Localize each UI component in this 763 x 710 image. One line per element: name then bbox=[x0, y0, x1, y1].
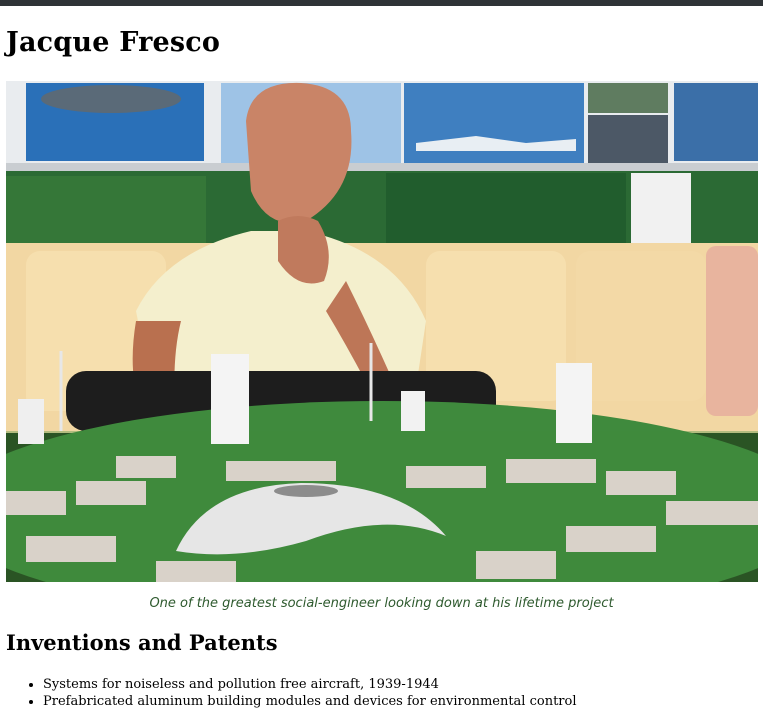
inventions-heading: Inventions and Patents bbox=[6, 630, 278, 655]
hero-image bbox=[6, 81, 758, 582]
image-caption: One of the greatest social-engineer look… bbox=[149, 596, 614, 611]
page-title: Jacque Fresco bbox=[6, 27, 221, 58]
inventions-list: Systems for noiseless and pollution free… bbox=[0, 676, 577, 710]
list-item: Systems for noiseless and pollution free… bbox=[43, 676, 577, 693]
browser-top-bar bbox=[0, 0, 763, 6]
